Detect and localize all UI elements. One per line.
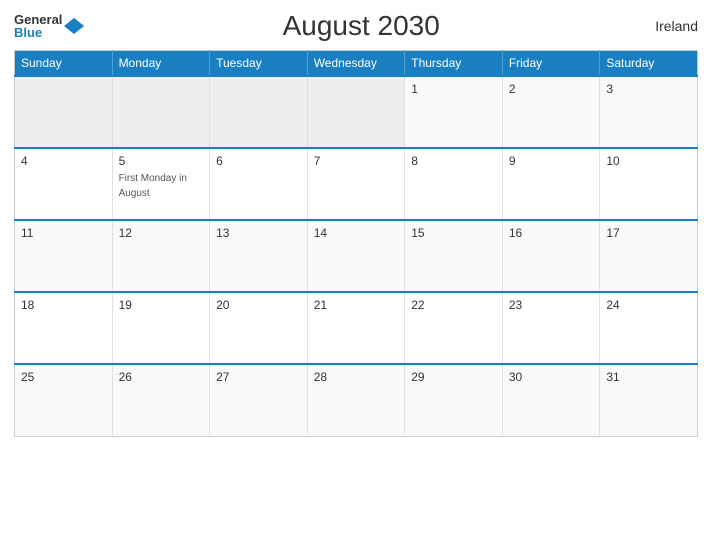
weekday-header-friday: Friday [502,51,600,77]
header: General Blue August 2030 Ireland [14,10,698,42]
cell-date-number: 22 [411,298,496,312]
calendar-cell: 6 [210,148,308,220]
cell-date-number: 26 [119,370,204,384]
calendar-table: SundayMondayTuesdayWednesdayThursdayFrid… [14,50,698,437]
cell-date-number: 20 [216,298,301,312]
cell-date-number: 19 [119,298,204,312]
cell-date-number: 9 [509,154,594,168]
weekday-header-tuesday: Tuesday [210,51,308,77]
cell-date-number: 15 [411,226,496,240]
cell-date-number: 31 [606,370,691,384]
weekday-header-row: SundayMondayTuesdayWednesdayThursdayFrid… [15,51,698,77]
weekday-header-saturday: Saturday [600,51,698,77]
cell-date-number: 4 [21,154,106,168]
calendar-cell: 29 [405,364,503,436]
calendar-cell [210,76,308,148]
logo-flag-icon [64,16,84,36]
calendar-cell: 7 [307,148,405,220]
cell-date-number: 6 [216,154,301,168]
cell-date-number: 2 [509,82,594,96]
cell-date-number: 30 [509,370,594,384]
cell-date-number: 14 [314,226,399,240]
calendar-cell [112,76,210,148]
cell-date-number: 25 [21,370,106,384]
calendar-cell: 3 [600,76,698,148]
calendar-cell: 2 [502,76,600,148]
calendar-cell: 11 [15,220,113,292]
calendar-cell: 25 [15,364,113,436]
cell-date-number: 24 [606,298,691,312]
cell-date-number: 18 [21,298,106,312]
calendar-cell: 1 [405,76,503,148]
cell-date-number: 7 [314,154,399,168]
calendar-cell: 8 [405,148,503,220]
calendar-cell: 15 [405,220,503,292]
cell-date-number: 12 [119,226,204,240]
calendar-cell: 18 [15,292,113,364]
calendar-cell: 9 [502,148,600,220]
calendar-week-row: 25 26 27 28 29 30 31 [15,364,698,436]
cell-date-number: 13 [216,226,301,240]
calendar-week-row: 18 19 20 21 22 23 24 [15,292,698,364]
calendar-cell: 20 [210,292,308,364]
calendar-cell: 27 [210,364,308,436]
page: General Blue August 2030 Ireland SundayM… [0,0,712,550]
calendar-cell: 10 [600,148,698,220]
cell-date-number: 23 [509,298,594,312]
calendar-cell: 13 [210,220,308,292]
calendar-cell: 19 [112,292,210,364]
calendar-cell: 24 [600,292,698,364]
cell-date-number: 1 [411,82,496,96]
month-title: August 2030 [84,10,638,42]
cell-date-number: 8 [411,154,496,168]
calendar-cell: 23 [502,292,600,364]
calendar-cell: 30 [502,364,600,436]
cell-event-label: First Monday in August [119,173,187,199]
weekday-header-thursday: Thursday [405,51,503,77]
logo-blue-text: Blue [14,26,62,39]
calendar-cell: 26 [112,364,210,436]
calendar-week-row: 123 [15,76,698,148]
cell-date-number: 29 [411,370,496,384]
weekday-header-sunday: Sunday [15,51,113,77]
cell-date-number: 11 [21,226,106,240]
calendar-cell [307,76,405,148]
calendar-week-row: 11 12 13 14 15 16 17 [15,220,698,292]
calendar-cell: 4 [15,148,113,220]
calendar-cell: 12 [112,220,210,292]
cell-date-number: 16 [509,226,594,240]
cell-date-number: 28 [314,370,399,384]
calendar-cell: 28 [307,364,405,436]
cell-date-number: 10 [606,154,691,168]
cell-date-number: 3 [606,82,691,96]
cell-date-number: 5 [119,154,204,168]
logo: General Blue [14,13,84,39]
calendar-cell: 31 [600,364,698,436]
weekday-header-monday: Monday [112,51,210,77]
cell-date-number: 17 [606,226,691,240]
cell-date-number: 21 [314,298,399,312]
weekday-header-wednesday: Wednesday [307,51,405,77]
calendar-cell: 16 [502,220,600,292]
cell-date-number: 27 [216,370,301,384]
calendar-cell: 17 [600,220,698,292]
country-label: Ireland [638,18,698,34]
calendar-cell: 5 First Monday in August [112,148,210,220]
calendar-cell: 14 [307,220,405,292]
calendar-week-row: 45 First Monday in August 6789 10 [15,148,698,220]
calendar-cell: 21 [307,292,405,364]
calendar-cell: 22 [405,292,503,364]
calendar-cell [15,76,113,148]
